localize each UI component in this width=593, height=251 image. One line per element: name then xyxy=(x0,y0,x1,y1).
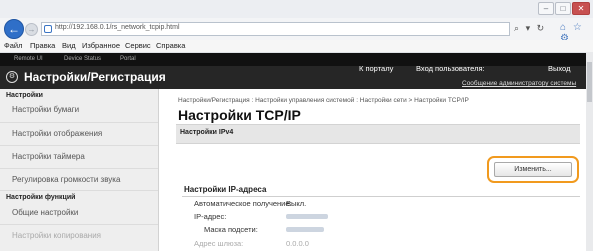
sidebar-item-paper[interactable]: Настройки бумаги xyxy=(12,105,79,114)
sidebar-divider xyxy=(0,168,158,169)
dropdown-arrow-icon[interactable]: ▾ xyxy=(526,23,531,33)
minimize-button[interactable]: – xyxy=(538,2,554,15)
ipv4-section-label: Настройки IPv4 xyxy=(180,129,234,136)
back-button[interactable]: ← xyxy=(4,19,24,39)
settings-header: ⚙ Настройки/Регистрация К порталу Вход п… xyxy=(0,64,586,89)
window-titlebar: – □ ✕ xyxy=(0,0,593,18)
auto-obtain-value: Выкл. xyxy=(286,199,307,208)
url-input[interactable]: http://192.168.0.1/rs_network_tcpip.html xyxy=(41,22,510,36)
sidebar-item-copy[interactable]: Настройки копирования xyxy=(12,231,101,240)
logout-link[interactable]: Выход xyxy=(548,64,570,73)
browser-menubar: Файл Правка Вид Избранное Сервис Справка xyxy=(0,40,593,53)
sidebar-heading-functions: Настройки функций xyxy=(6,194,76,201)
sidebar: Настройки Настройки бумаги Настройки ото… xyxy=(0,89,159,251)
gateway-address-value: 0.0.0.0 xyxy=(286,239,309,248)
home-icon[interactable]: ⌂ xyxy=(560,22,566,33)
change-button[interactable]: Изменить... xyxy=(494,162,572,177)
sidebar-divider xyxy=(0,190,158,191)
menu-help[interactable]: Справка xyxy=(156,41,185,50)
sidebar-item-timer[interactable]: Настройки таймера xyxy=(12,152,85,161)
url-text: http://192.168.0.1/rs_network_tcpip.html xyxy=(55,24,180,31)
sidebar-item-volume[interactable]: Регулировка громкости звука xyxy=(12,175,120,184)
forward-button[interactable]: → xyxy=(25,23,38,36)
auto-obtain-label: Автоматическое получение: xyxy=(194,199,292,208)
sidebar-divider xyxy=(0,145,158,146)
highlight-callout: Изменить... xyxy=(487,156,579,183)
topstrip-item: Device Status xyxy=(64,56,102,62)
login-user-label: Вход пользователя: xyxy=(416,64,485,73)
sidebar-divider xyxy=(0,224,158,225)
menu-view[interactable]: Вид xyxy=(62,41,76,50)
remote-ui-topstrip: Remote UI Device Status Portal xyxy=(0,53,586,66)
section-divider xyxy=(182,196,580,197)
page-section-title: Настройки/Регистрация xyxy=(24,70,166,84)
ipv4-section-header: Настройки IPv4 xyxy=(176,124,580,144)
portal-link[interactable]: К порталу xyxy=(359,64,393,73)
gateway-address-label: Адрес шлюза: xyxy=(194,239,244,248)
settings-gear-icon: ⚙ xyxy=(6,71,18,83)
menu-edit[interactable]: Правка xyxy=(30,41,55,50)
favorites-star-icon[interactable]: ☆ xyxy=(573,22,582,33)
search-icon[interactable]: ⌕ xyxy=(514,23,519,33)
page-scrollbar[interactable] xyxy=(586,52,593,251)
sidebar-item-display[interactable]: Настройки отображения xyxy=(12,129,102,138)
sidebar-heading-settings: Настройки xyxy=(6,92,43,99)
breadcrumb: Настройки/Регистрация : Настройки управл… xyxy=(178,97,469,104)
menu-tools[interactable]: Сервис xyxy=(125,41,151,50)
subnet-mask-label: Маска подсети: xyxy=(204,225,258,234)
menu-file[interactable]: Файл xyxy=(4,41,22,50)
maximize-button[interactable]: □ xyxy=(555,2,571,15)
admin-message-link[interactable]: Сообщение администратору системы xyxy=(462,80,576,87)
topstrip-item: Portal xyxy=(120,56,136,62)
ip-address-label: IP-адрес: xyxy=(194,212,227,221)
ip-address-value-redacted xyxy=(286,214,328,219)
address-tools: ⌕ ▾ ↻ xyxy=(514,23,548,34)
scrollbar-thumb[interactable] xyxy=(587,62,592,102)
ip-address-section-title: Настройки IP-адреса xyxy=(184,185,267,194)
refresh-icon[interactable]: ↻ xyxy=(537,23,545,33)
close-button[interactable]: ✕ xyxy=(572,2,590,15)
address-bar-row: ← → http://192.168.0.1/rs_network_tcpip.… xyxy=(0,18,593,44)
page-title: Настройки TCP/IP xyxy=(178,107,301,123)
subnet-mask-value-redacted xyxy=(286,227,324,232)
sidebar-divider xyxy=(0,122,158,123)
sidebar-item-general[interactable]: Общие настройки xyxy=(12,208,78,217)
page-favicon-icon xyxy=(44,25,52,33)
topstrip-item: Remote UI xyxy=(14,56,43,62)
menu-favorites[interactable]: Избранное xyxy=(82,41,120,50)
